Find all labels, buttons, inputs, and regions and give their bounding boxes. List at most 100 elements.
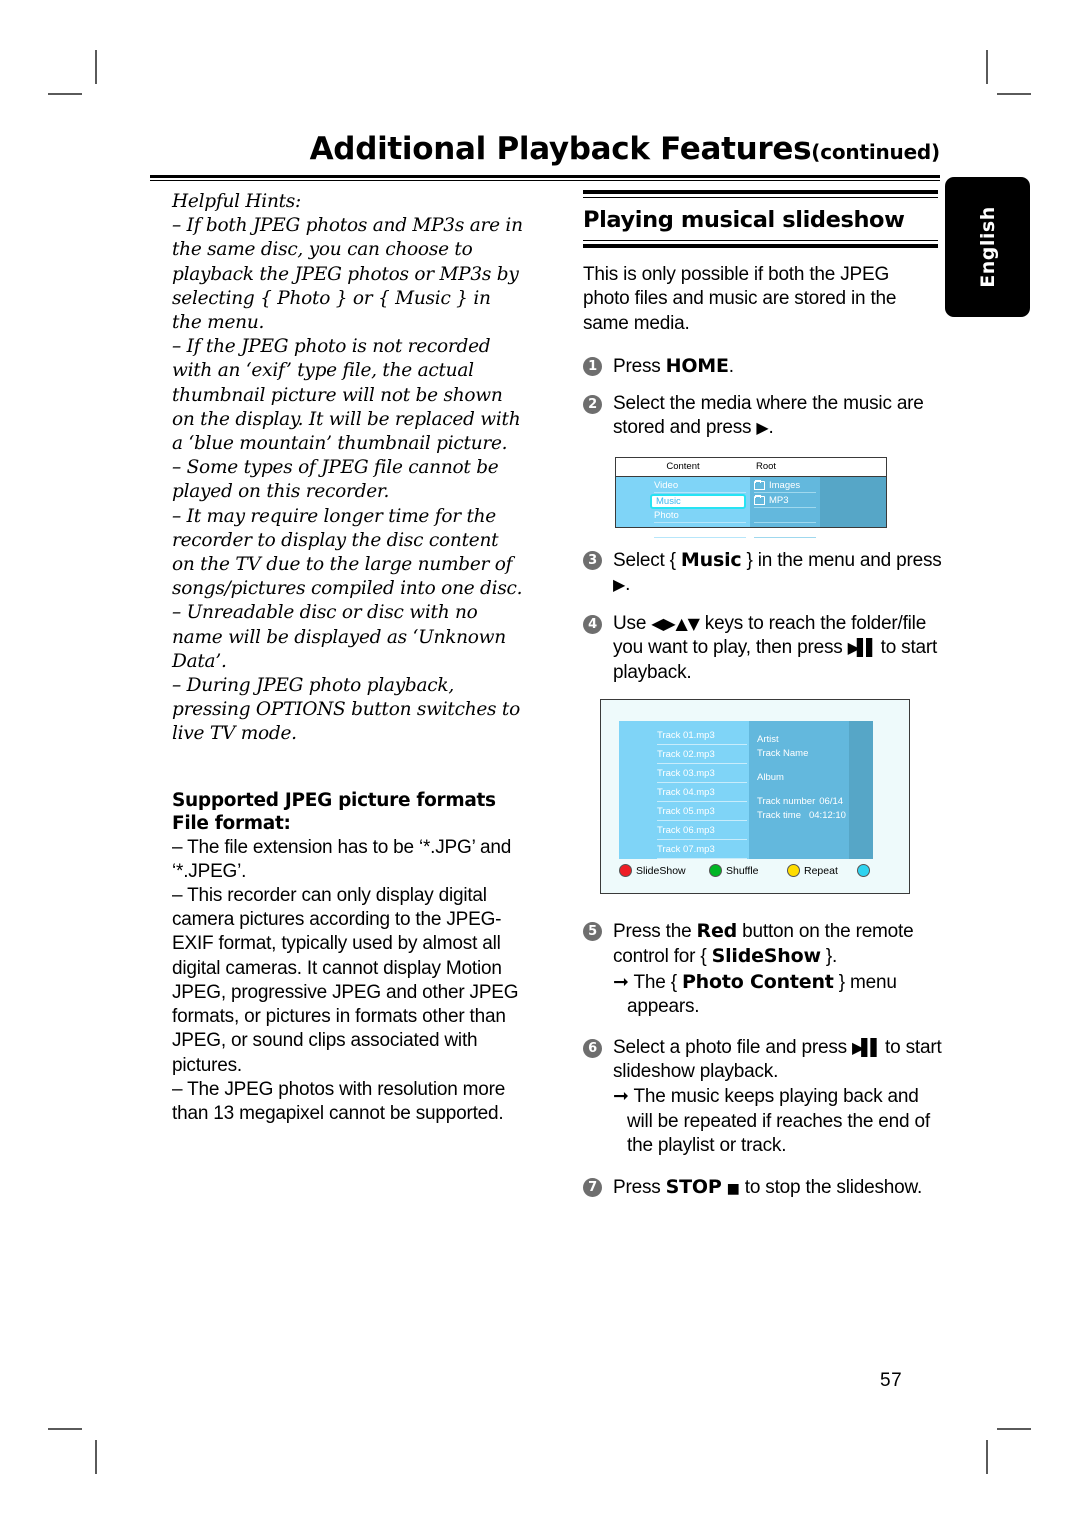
hint-item: – Some types of JPEG file cannot be play… <box>172 457 499 503</box>
step-6: 6 Select a photo file and press to start… <box>583 1036 943 1159</box>
track-column: Track 01.mp3 Track 02.mp3 Track 03.mp3 T… <box>619 721 749 859</box>
section-intro: This is only possible if both the JPEG p… <box>583 264 897 334</box>
color-button-slideshow[interactable]: SlideShow <box>619 864 709 877</box>
supported-formats-heading-line2: File format: <box>172 813 291 835</box>
track-item[interactable]: Track 04.mp3 <box>657 785 747 802</box>
step-5-result: ➞ The { Photo Content } menu appears. <box>613 970 943 1020</box>
file-item-images[interactable]: Images <box>754 479 816 493</box>
yellow-dot-icon <box>787 864 800 877</box>
track-preview-column <box>849 721 873 859</box>
color-button-label: Repeat <box>804 864 838 877</box>
file-item-mp3[interactable]: MP3 <box>754 494 816 508</box>
step-5-result-pre: The { <box>633 971 682 993</box>
color-button-repeat[interactable]: Repeat <box>787 864 857 877</box>
step-text: Press the <box>613 921 697 942</box>
crop-mark-top-right-v <box>986 50 988 84</box>
info-track-number: Track number 06/14 <box>757 795 849 809</box>
step-keyword: STOP <box>665 1175 722 1198</box>
track-item[interactable]: Track 05.mp3 <box>657 804 747 821</box>
step-keyword: Music <box>680 549 742 571</box>
track-item[interactable]: Track 07.mp3 <box>657 842 747 859</box>
step-keyword: Red <box>696 920 738 942</box>
page-title-main: Additional Playback Features <box>309 131 812 167</box>
track-list-panel: Track 01.mp3 Track 02.mp3 Track 03.mp3 T… <box>619 721 873 859</box>
step-keyword: HOME <box>665 355 729 378</box>
file-item-blank <box>754 509 816 523</box>
play-icon <box>613 575 625 594</box>
column-header-content: Content <box>666 461 700 472</box>
hint-item: – Unreadable disc or disc with no name w… <box>172 602 506 672</box>
language-tab: English <box>945 177 1030 317</box>
arrow-right-icon <box>663 614 675 633</box>
blue-dot-icon <box>857 864 870 877</box>
arrow-up-icon <box>676 614 688 633</box>
info-track-time: Track time 04:12:10 <box>757 809 849 823</box>
step-text-tail: to stop the slideshow. <box>739 1176 923 1198</box>
section-title: Playing musical slideshow <box>583 207 905 233</box>
track-item[interactable]: Track 01.mp3 <box>657 728 747 745</box>
right-column: Playing musical slideshow This is only p… <box>583 190 938 450</box>
crop-mark-top-left-v <box>95 50 97 84</box>
crop-mark-top-right-h <box>997 93 1031 95</box>
hint-item: – If both JPEG photos and MP3s are in th… <box>172 215 523 334</box>
step-number: 3 <box>583 551 602 570</box>
step-text-tail: }. <box>820 946 838 968</box>
folder-icon <box>754 480 765 490</box>
step-number: 5 <box>583 922 602 941</box>
step-6-result: ➞ The music keeps playing back and will … <box>613 1084 943 1158</box>
info-track-time-value: 04:12:10 <box>808 810 846 821</box>
step-text-tail: . <box>768 417 774 439</box>
color-button-label: Shuffle <box>726 864 759 877</box>
page-number: 57 <box>880 1370 903 1391</box>
format-item: – The file extension has to be ‘*.JPG’ a… <box>172 836 512 882</box>
step-number: 1 <box>583 357 602 377</box>
track-item[interactable]: Track 03.mp3 <box>657 766 747 783</box>
track-item[interactable]: Track 02.mp3 <box>657 747 747 764</box>
track-item[interactable]: Track 06.mp3 <box>657 823 747 840</box>
hint-item: – During JPEG photo playback, pressing O… <box>172 675 521 745</box>
color-button-shuffle[interactable]: Shuffle <box>709 864 787 877</box>
color-button-blue[interactable] <box>857 864 874 877</box>
play-icon <box>756 418 768 437</box>
info-track-number-value: 06/14 <box>819 796 844 807</box>
step-5: 5 Press the Red button on the remote con… <box>583 919 943 1020</box>
info-album: Album <box>757 772 784 783</box>
hint-item: – It may require longer time for the rec… <box>172 505 523 600</box>
screenshot-body: Video Music Photo Images MP3 <box>616 477 886 538</box>
step-text: Press <box>613 1176 666 1198</box>
screenshot-content-root: Content Root Video Music Photo Images MP… <box>615 457 887 538</box>
menu-item-video[interactable]: Video <box>654 479 746 493</box>
stop-icon <box>727 1181 740 1197</box>
format-item: – This recorder can only display digital… <box>172 885 519 1076</box>
crop-mark-top-left-h <box>48 93 82 95</box>
info-track-name: Track Name <box>757 748 809 759</box>
file-item-label: Images <box>769 480 801 491</box>
info-track-time-label: Track time <box>757 810 801 821</box>
track-info-panel: Artist Track Name Album Track number 06/1… <box>749 721 849 859</box>
menu-item-blank <box>654 524 746 538</box>
crop-mark-bottom-right-v <box>986 1440 988 1474</box>
menu-item-photo[interactable]: Photo <box>654 509 746 523</box>
info-track-number-label: Track number <box>757 796 816 807</box>
green-dot-icon <box>709 864 722 877</box>
color-button-bar: SlideShow Shuffle Repeat <box>619 864 881 877</box>
step-text: Select a photo file and press <box>613 1036 853 1058</box>
step-text: Press <box>613 356 666 378</box>
supported-formats-heading-line1: Supported JPEG picture formats <box>172 789 496 811</box>
helpful-hints-title: Helpful Hints: <box>172 191 302 212</box>
play-pause-icon <box>852 1038 880 1057</box>
menu-item-music[interactable]: Music <box>650 494 746 509</box>
arrow-result-icon: ➞ <box>613 970 629 993</box>
steps-list: 1 Press HOME. 2 Select the media where t… <box>583 354 938 440</box>
title-divider <box>150 175 940 181</box>
info-artist: Artist <box>757 734 779 745</box>
step-text: Use <box>613 612 652 634</box>
supported-formats-heading: Supported JPEG picture formats File form… <box>172 789 524 836</box>
step-1: 1 Press HOME. <box>583 354 938 379</box>
section-rule-bottom <box>583 240 938 248</box>
step-keyword-2: SlideShow <box>711 945 821 968</box>
arrow-result-icon: ➞ <box>613 1085 629 1108</box>
document-page: Additional Playback Features(continued) … <box>0 0 1080 1524</box>
